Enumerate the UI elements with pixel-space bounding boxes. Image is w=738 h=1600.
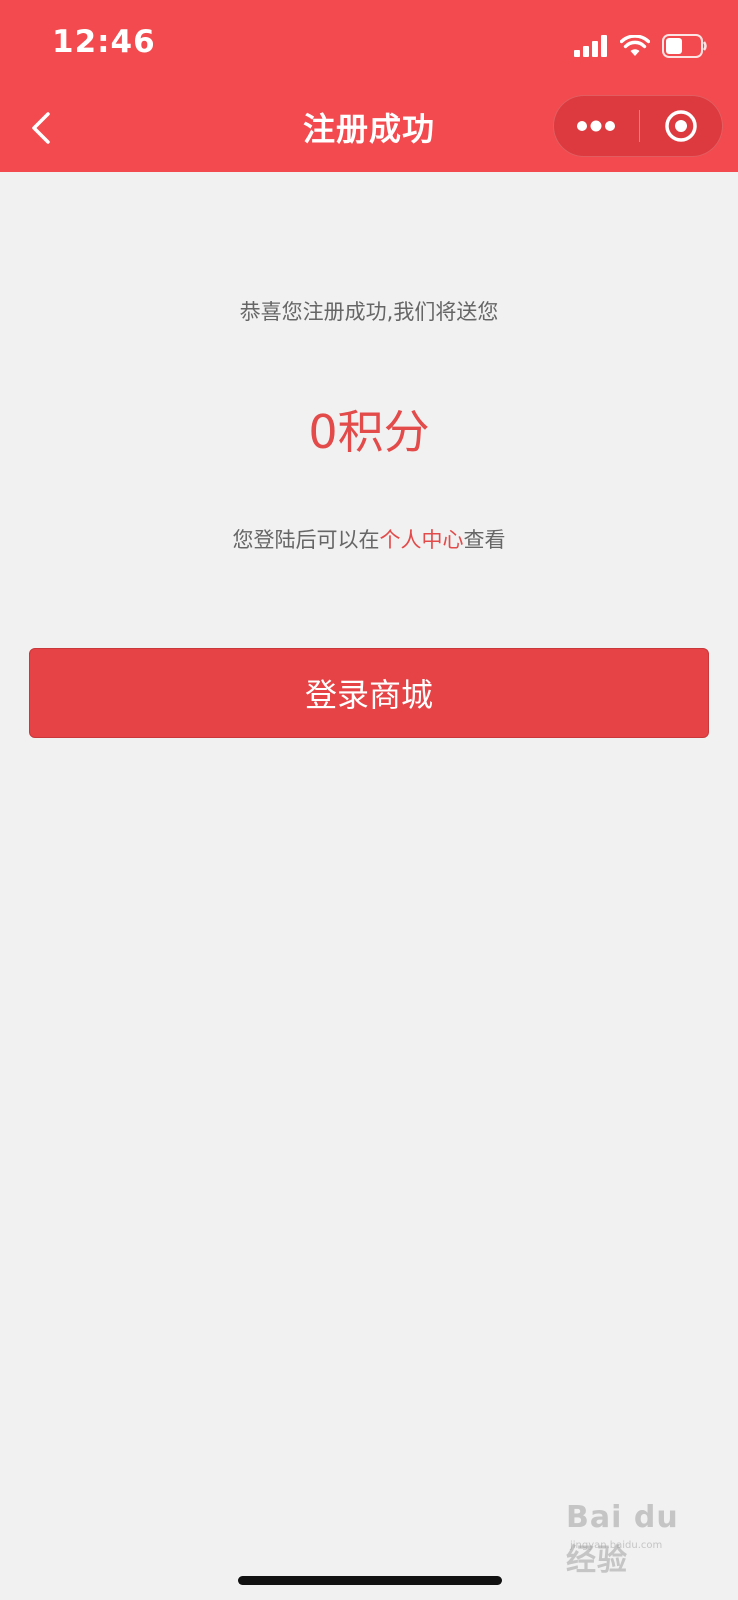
- battery-icon: [662, 34, 707, 58]
- watermark-url: jingyan.baidu.com: [570, 1540, 663, 1551]
- login-mall-button[interactable]: 登录商城: [29, 648, 709, 738]
- watermark: Bai du 经验 jingyan.baidu.com: [566, 1496, 716, 1578]
- more-dots-icon: [577, 120, 615, 132]
- more-button[interactable]: [554, 96, 638, 156]
- view-hint-prefix: 您登陆后可以在: [232, 528, 380, 552]
- signal-icon: [574, 35, 607, 57]
- screen: 12:46 注册成功 恭喜您注册成功,我们将送您 0积分 您登陆后可以在个人中心…: [0, 0, 738, 1600]
- header: 12:46 注册成功: [0, 0, 738, 172]
- home-indicator[interactable]: [238, 1576, 502, 1585]
- close-button[interactable]: [640, 96, 722, 156]
- view-hint: 您登陆后可以在个人中心查看: [0, 524, 738, 554]
- mini-program-capsule: [553, 95, 723, 157]
- status-icons: [574, 32, 708, 60]
- personal-center-link[interactable]: 个人中心: [380, 528, 464, 552]
- target-close-icon: [665, 110, 697, 142]
- points-amount: 0积分: [308, 405, 430, 459]
- wifi-icon: [620, 35, 650, 56]
- congrats-message: 恭喜您注册成功,我们将送您: [239, 300, 499, 324]
- view-hint-suffix: 查看: [463, 528, 506, 552]
- status-time: 12:46: [52, 24, 156, 60]
